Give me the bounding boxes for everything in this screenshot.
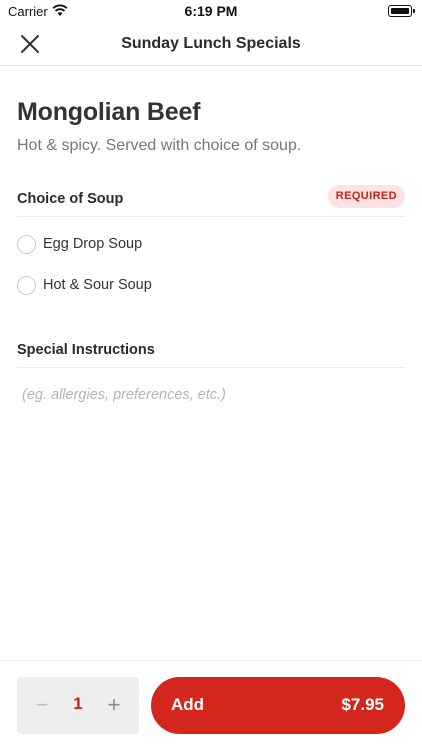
- decrement-button[interactable]: −: [31, 692, 53, 720]
- option-label: Egg Drop Soup: [43, 236, 143, 252]
- instructions-label: Special Instructions: [17, 342, 155, 358]
- radio-button[interactable]: [17, 235, 36, 254]
- radio-button[interactable]: [17, 276, 36, 295]
- option-label: Hot & Sour Soup: [43, 277, 152, 293]
- nav-bar: Sunday Lunch Specials: [0, 24, 422, 66]
- soup-section-header: Choice of Soup REQUIRED: [17, 185, 405, 217]
- battery-icon: [388, 5, 415, 17]
- status-bar: Carrier 6:19 PM: [0, 0, 422, 24]
- soup-option-hot-sour[interactable]: Hot & Sour Soup: [17, 272, 405, 302]
- increment-button[interactable]: +: [103, 692, 125, 720]
- add-button-price: $7.95: [341, 695, 384, 714]
- quantity-stepper: − 1 +: [17, 677, 139, 734]
- item-detail-screen: Carrier 6:19 PM Sunday Lunch Specials Mo…: [0, 0, 422, 750]
- soup-option-egg-drop[interactable]: Egg Drop Soup: [17, 231, 405, 261]
- add-to-cart-button[interactable]: Add $7.95: [151, 677, 405, 734]
- instructions-section-header: Special Instructions: [17, 336, 405, 368]
- add-button-label: Add: [171, 695, 205, 714]
- soup-section-label: Choice of Soup: [17, 191, 124, 207]
- bottom-action-bar: − 1 + Add $7.95: [0, 660, 422, 750]
- quantity-value: 1: [73, 694, 83, 713]
- item-name: Mongolian Beef: [17, 98, 201, 126]
- special-instructions-input[interactable]: [17, 380, 405, 410]
- item-description: Hot & spicy. Served with choice of soup.: [17, 137, 302, 154]
- page-title: Sunday Lunch Specials: [121, 35, 301, 52]
- required-badge: REQUIRED: [327, 185, 405, 208]
- battery-level: [390, 7, 409, 14]
- status-time: 6:19 PM: [184, 3, 238, 19]
